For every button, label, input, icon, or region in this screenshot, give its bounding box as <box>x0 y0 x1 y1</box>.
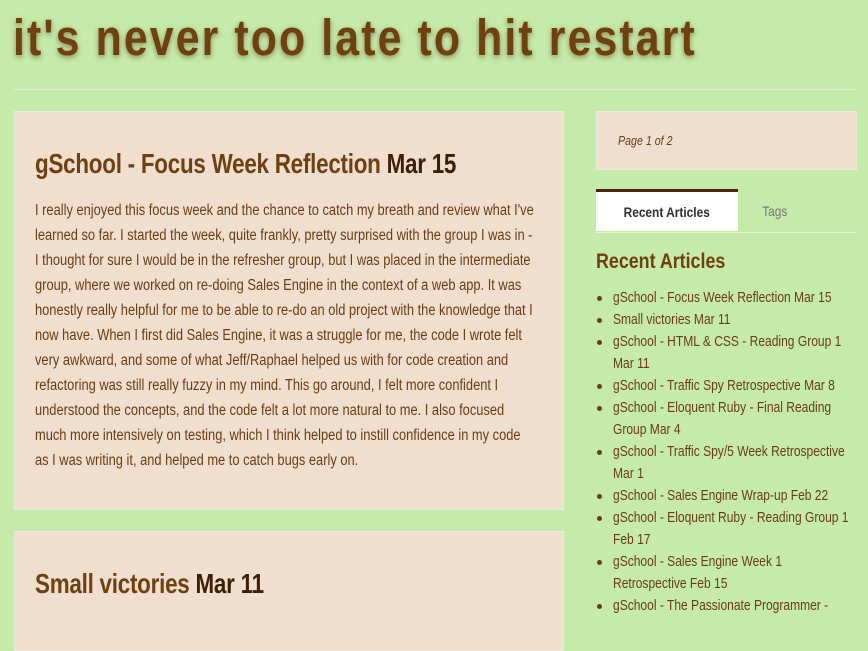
sidebar-tabs: Recent Articles Tags <box>596 189 856 233</box>
article-link[interactable]: gSchool - Eloquent Ruby - Final Reading … <box>613 397 855 441</box>
article-link[interactable]: gSchool - The Passionate Programmer - <box>613 595 855 617</box>
list-item: gSchool - Traffic Spy Retrospective Mar … <box>596 375 868 397</box>
list-item: gSchool - Eloquent Ruby - Final Reading … <box>596 397 868 441</box>
list-item: gSchool - HTML & CSS - Reading Group 1 M… <box>596 331 868 375</box>
post-date: Mar 11 <box>195 568 265 599</box>
post-title-link[interactable]: Small victories <box>35 568 190 599</box>
recent-articles-list: gSchool - Focus Week Reflection Mar 15 S… <box>596 287 868 617</box>
site-title[interactable]: it's never too late to hit restart <box>13 8 697 67</box>
tab-label: Tags <box>762 203 788 219</box>
post-date: Mar 15 <box>386 148 457 179</box>
article-link[interactable]: Small victories Mar 11 <box>613 309 855 331</box>
list-item: gSchool - Focus Week Reflection Mar 15 <box>596 287 868 309</box>
post-card: Small victories Mar 11 <box>14 531 564 651</box>
header-divider <box>14 89 856 90</box>
article-link[interactable]: gSchool - Sales Engine Week 1 Retrospect… <box>613 551 855 595</box>
list-item: gSchool - Sales Engine Week 1 Retrospect… <box>596 551 868 595</box>
post-card: gSchool - Focus Week Reflection Mar 15 I… <box>14 111 564 510</box>
tab-tags[interactable]: Tags <box>738 189 812 231</box>
post-body: I really enjoyed this focus week and the… <box>35 202 534 469</box>
list-item: Small victories Mar 11 <box>596 309 868 331</box>
tab-recent-articles[interactable]: Recent Articles <box>596 189 738 231</box>
post-title[interactable]: Small victories Mar 11 <box>35 568 264 600</box>
tab-label: Recent Articles <box>623 204 711 220</box>
post-title[interactable]: gSchool - Focus Week Reflection Mar 15 <box>35 148 456 180</box>
list-item: gSchool - Sales Engine Wrap-up Feb 22 <box>596 485 868 507</box>
article-link[interactable]: gSchool - Eloquent Ruby - Reading Group … <box>613 507 855 551</box>
article-link[interactable]: gSchool - Traffic Spy Retrospective Mar … <box>613 375 855 397</box>
article-link[interactable]: gSchool - Traffic Spy/5 Week Retrospecti… <box>613 441 855 485</box>
list-item: gSchool - Eloquent Ruby - Reading Group … <box>596 507 868 551</box>
recent-articles-heading: Recent Articles <box>596 250 726 273</box>
pagination-box: Page 1 of 2 <box>596 111 857 170</box>
page-indicator: Page 1 of 2 <box>618 133 673 148</box>
post-title-link[interactable]: gSchool - Focus Week Reflection <box>35 148 381 179</box>
article-link[interactable]: gSchool - Sales Engine Wrap-up Feb 22 <box>613 485 855 507</box>
list-item: gSchool - Traffic Spy/5 Week Retrospecti… <box>596 441 868 485</box>
list-item: gSchool - The Passionate Programmer - <box>596 595 868 617</box>
article-link[interactable]: gSchool - HTML & CSS - Reading Group 1 M… <box>613 331 855 375</box>
article-link[interactable]: gSchool - Focus Week Reflection Mar 15 <box>613 287 855 309</box>
